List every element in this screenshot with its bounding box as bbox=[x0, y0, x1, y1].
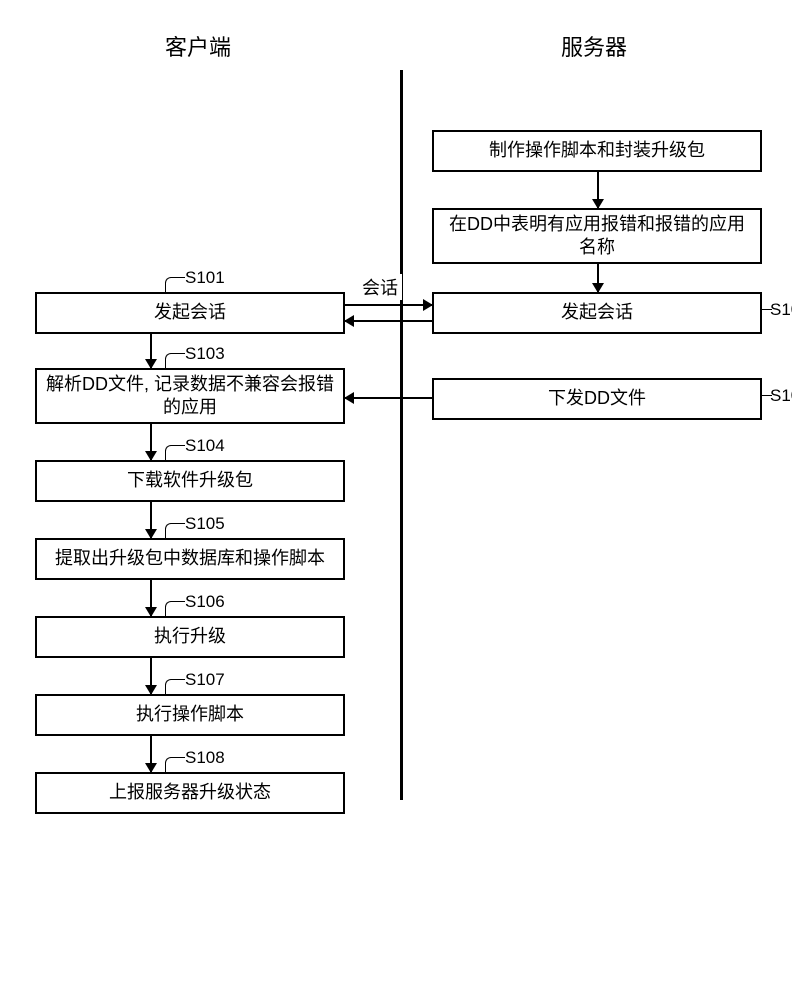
step-label-s107: S107 bbox=[185, 670, 225, 690]
box-text: 下载软件升级包 bbox=[127, 469, 253, 492]
box-text: 制作操作脚本和封装升级包 bbox=[489, 139, 705, 162]
box-text: 下发DD文件 bbox=[548, 387, 646, 410]
arrow-down-icon bbox=[150, 424, 152, 460]
box-text: 发起会话 bbox=[561, 301, 633, 324]
connector-line bbox=[165, 601, 185, 617]
server-step-s102: 下发DD文件 bbox=[432, 378, 762, 420]
box-text: 解析DD文件, 记录数据不兼容会报错的应用 bbox=[45, 373, 335, 420]
arrow-down-icon bbox=[150, 334, 152, 368]
client-step-s104: 下载软件升级包 bbox=[35, 460, 345, 502]
server-step-s101: 发起会话 bbox=[432, 292, 762, 334]
server-header: 服务器 bbox=[396, 30, 792, 62]
swimlane-divider bbox=[400, 70, 403, 800]
box-text: 在DD中表明有应用报错和报错的应用名称 bbox=[442, 213, 752, 260]
arrow-right-icon bbox=[345, 304, 432, 306]
step-label-s103: S103 bbox=[185, 344, 225, 364]
connector-line bbox=[165, 523, 185, 539]
arrow-down-icon bbox=[150, 658, 152, 694]
arrow-down-icon bbox=[150, 580, 152, 616]
arrow-down-icon bbox=[597, 264, 599, 292]
server-step-prepare-scripts: 制作操作脚本和封装升级包 bbox=[432, 130, 762, 172]
box-text: 发起会话 bbox=[154, 301, 226, 324]
arrow-down-icon bbox=[150, 502, 152, 538]
box-text: 执行升级 bbox=[154, 625, 226, 648]
client-step-s106: 执行升级 bbox=[35, 616, 345, 658]
step-label-s106: S106 bbox=[185, 592, 225, 612]
step-label-s104: S104 bbox=[185, 436, 225, 456]
client-step-s107: 执行操作脚本 bbox=[35, 694, 345, 736]
arrow-left-icon bbox=[345, 320, 432, 322]
connector-line bbox=[165, 353, 185, 369]
box-text: 提取出升级包中数据库和操作脚本 bbox=[55, 547, 325, 570]
step-label-s102: S102 bbox=[770, 386, 792, 406]
step-label-s101-client: S101 bbox=[185, 268, 225, 288]
step-label-s108: S108 bbox=[185, 748, 225, 768]
client-step-s108: 上报服务器升级状态 bbox=[35, 772, 345, 814]
session-label: 会话 bbox=[358, 274, 402, 300]
connector-line bbox=[165, 277, 185, 293]
connector-line bbox=[165, 445, 185, 461]
arrow-down-icon bbox=[150, 736, 152, 772]
client-header: 客户端 bbox=[0, 30, 396, 62]
client-step-s101: 发起会话 bbox=[35, 292, 345, 334]
arrow-down-icon bbox=[597, 172, 599, 208]
box-text: 执行操作脚本 bbox=[136, 703, 244, 726]
connector-line bbox=[165, 679, 185, 695]
client-step-s103: 解析DD文件, 记录数据不兼容会报错的应用 bbox=[35, 368, 345, 424]
arrow-left-icon bbox=[345, 397, 432, 399]
box-text: 上报服务器升级状态 bbox=[109, 781, 271, 804]
server-step-mark-dd: 在DD中表明有应用报错和报错的应用名称 bbox=[432, 208, 762, 264]
step-label-s105: S105 bbox=[185, 514, 225, 534]
connector-line bbox=[165, 757, 185, 773]
swimlane-header: 客户端 服务器 bbox=[0, 30, 792, 62]
step-label-s101-server: S101 bbox=[770, 300, 792, 320]
client-step-s105: 提取出升级包中数据库和操作脚本 bbox=[35, 538, 345, 580]
